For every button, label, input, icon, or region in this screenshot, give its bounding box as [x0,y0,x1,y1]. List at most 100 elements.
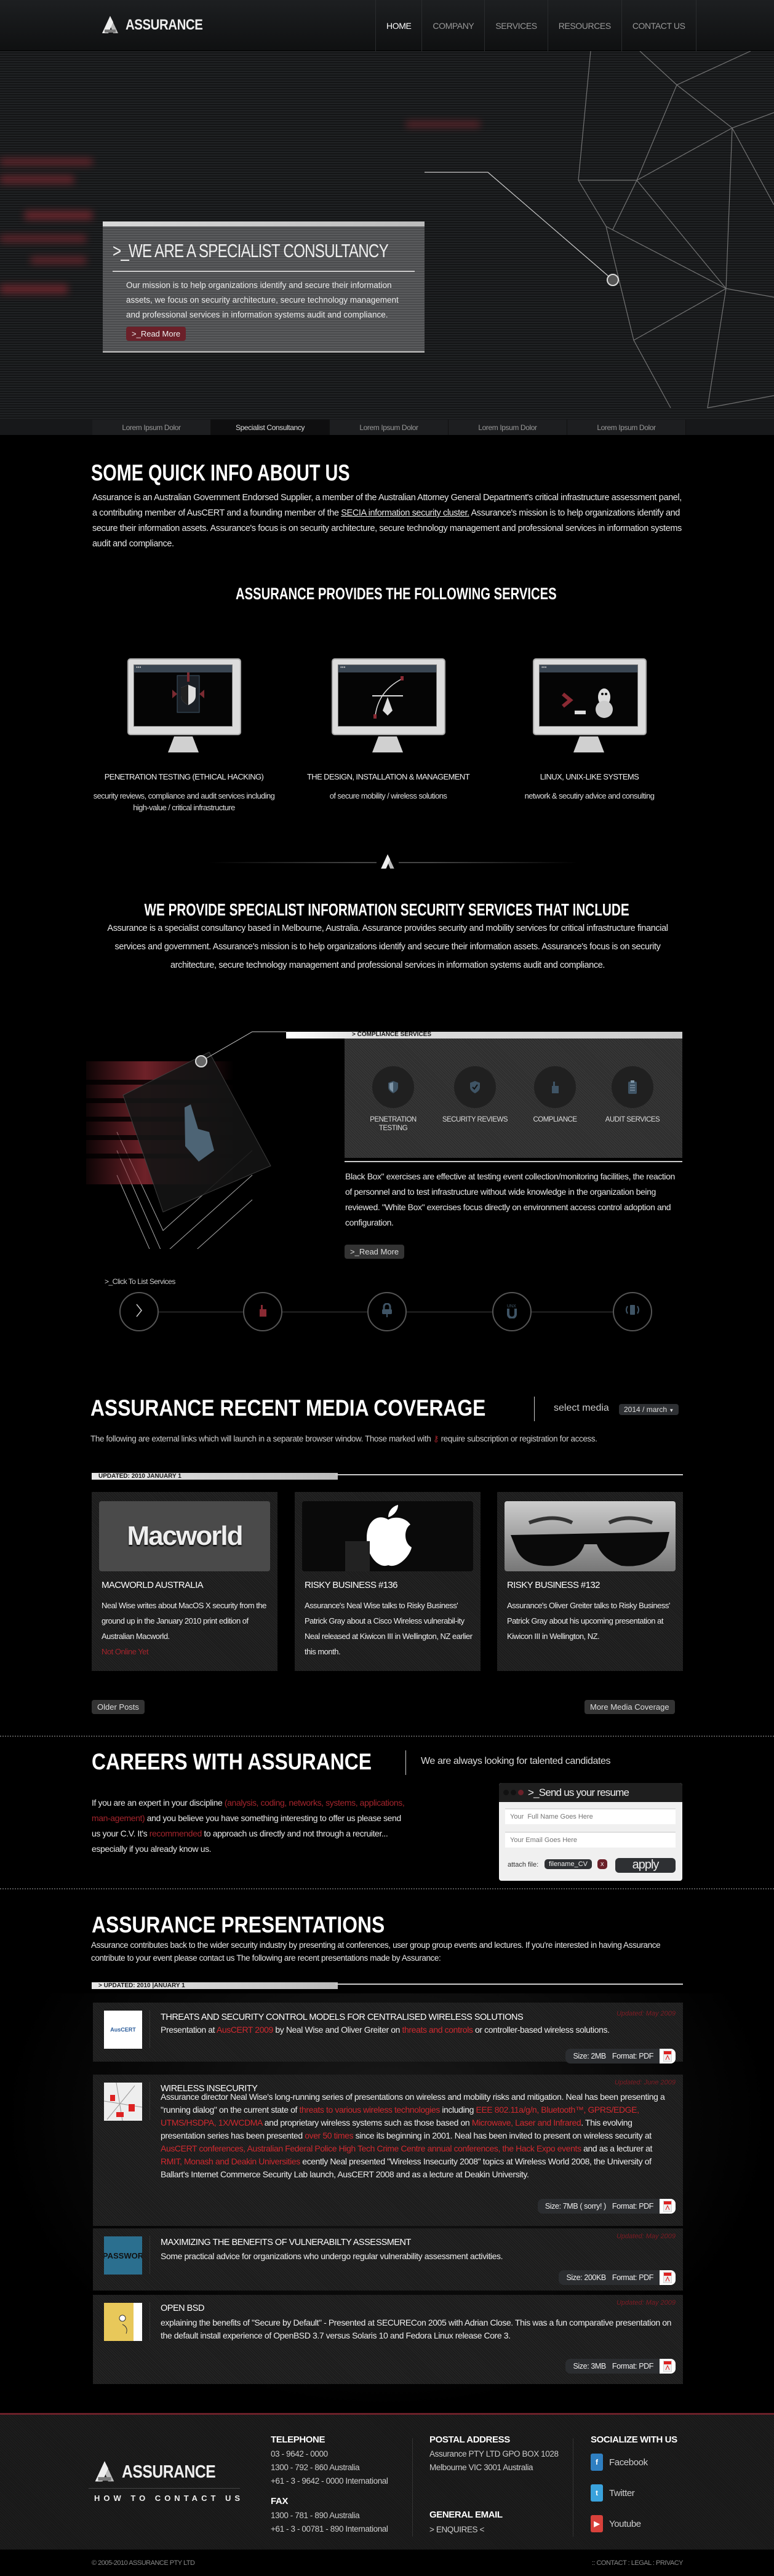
media-updated-bar: UPDATED: 2010 JANUARY 1 [92,1473,338,1480]
compliance-item[interactable]: COMPLIANCE [518,1066,592,1124]
presentation-updated-date: Updated: June 2009 [614,2079,676,2086]
text-segment: If you are an expert in your discipline [92,1798,225,1808]
social-link-twitter[interactable]: t Twitter [591,2484,677,2502]
service-nav-button[interactable] [367,1292,407,1331]
highlight-link[interactable]: Microwave, Laser and Infrared [472,2118,581,2127]
slider-tab[interactable]: Lorem Ipsum Dolor [92,420,211,435]
presentation-title[interactable]: MAXIMIZING THE BENEFITS OF VULNERABILTY … [161,2238,411,2247]
download-pdf-button[interactable]: Size: 200KB Format: PDF [559,2270,676,2285]
presentation-description: Presentation at AusCERT 2009 by Neal Wis… [161,2024,674,2036]
mobile-signal-icon [624,1303,641,1321]
text-segment: since its beginning in 2001. Neal has be… [353,2131,652,2140]
older-posts-button[interactable]: Older Posts [92,1700,145,1714]
service-description: security reviews, compliance and audit s… [93,791,275,812]
contact-line: 1300 - 792 - 860 Australia [271,2463,360,2472]
youtube-icon: ▶ [591,2515,603,2532]
presentation-thumbnail [104,2083,142,2121]
compliance-item[interactable]: SECURITY REVIEWS [438,1066,512,1124]
highlight-link[interactable]: AusCERT 2009 [217,2025,273,2035]
more-media-button[interactable]: More Media Coverage [584,1700,675,1714]
footer-links[interactable]: :: CONTACT : LEGAL : PRIVACY [592,2559,684,2567]
select-media-dropdown[interactable]: 2014 / march ▼ [619,1404,679,1415]
compliance-read-more-button[interactable]: >_Read More [345,1245,405,1259]
apple-logo-image [302,1501,473,1571]
careers-paragraph: If you are an expert in your discipline … [92,1795,405,1857]
presentation-thumbnail: AusCERT [104,2011,142,2049]
shield-document-icon [134,666,233,731]
unix-icon: UNX [506,1302,518,1322]
nav-services[interactable]: SERVICES [484,0,547,51]
pdf-icon [660,2049,676,2064]
service-nav-button[interactable] [119,1292,159,1331]
slider-tab[interactable]: Lorem Ipsum Dolor [449,420,567,435]
media-note: The following are external links which w… [90,1434,597,1443]
compliance-item[interactable]: AUDIT SERVICES [596,1066,669,1124]
media-card[interactable]: Macworld MACWORLD AUSTRALIA Neal Wise writ… [92,1492,277,1671]
shield-icon [372,1066,414,1108]
nav-home[interactable]: HOME [375,0,421,51]
secia-link[interactable]: SECIA information security cluster. [341,508,469,518]
hero-description: Our mission is to help organizations ide… [126,281,399,319]
resume-form: >_Send us your resume attach file: filen… [499,1783,682,1881]
slider-tab[interactable]: Lorem Ipsum Dolor [330,420,449,435]
window-dot-icon [503,1790,509,1795]
clipboard-icon [612,1066,653,1108]
highlight-link[interactable]: RMIT, Monash and Deakin Universities [161,2156,300,2166]
media-title: ASSURANCE RECENT MEDIA COVERAGE [90,1395,486,1421]
media-card-status: Not Online Yet [102,1647,149,1656]
about-paragraph: Assurance is an Australian Government En… [92,493,682,549]
hero-read-more-button[interactable]: >_Read More [126,327,186,341]
presentation-title[interactable]: THREATS AND SECURITY CONTROL MODELS FOR … [161,2012,524,2022]
nav-contact-us[interactable]: CONTACT US [621,0,696,51]
chevron-right-icon [135,1303,143,1321]
pdf-icon [660,2270,676,2285]
social-link-youtube[interactable]: ▶ Youtube [591,2515,677,2532]
chevron-down-icon: ▼ [669,1408,674,1413]
nav-company[interactable]: COMPANY [421,0,484,51]
email-input[interactable] [505,1832,676,1848]
remove-file-button[interactable]: x [597,1859,607,1869]
highlight-link[interactable]: threats and controls [402,2025,473,2035]
text-segment: or controller-based wireless solutions. [473,2025,610,2035]
media-card[interactable]: RISKY BUSINESS #132 Assurance's Oliver Gr… [497,1492,683,1671]
media-card-body: Assurance's Neal Wise talks to Risky Bus… [305,1601,473,1656]
service-title: LINUX, UNIX-LIKE SYSTEMS [540,772,639,781]
contact-line: +61 - 3 - 00781 - 890 International [271,2524,388,2534]
presentation-title[interactable]: OPEN BSD [161,2303,204,2313]
hero-banner: >_WE ARE A SPECIALIST CONSULTANCY Our mi… [0,51,774,420]
twitter-icon: t [591,2484,603,2502]
download-pdf-button[interactable]: Size: 2MB Format: PDF [565,2049,676,2064]
service-title: THE DESIGN, INSTALLATION & MANAGEMENT [306,772,470,781]
service-nav-button[interactable]: UNX [492,1292,532,1331]
service-nav-button[interactable] [243,1292,282,1331]
download-pdf-button[interactable]: Size: 3MB Format: PDF [565,2359,676,2374]
slider-tab[interactable]: Specialist Consultancy [211,420,330,435]
highlight-link[interactable]: AusCERT conferences, Australian Federal … [161,2143,581,2153]
services-title: ASSURANCE PROVIDES THE FOLLOWING SERVICE… [236,584,557,603]
slider-tab[interactable]: Lorem Ipsum Dolor [567,420,686,435]
compliance-item[interactable]: PENETRATION TESTING [356,1066,430,1133]
enquiries-email-link[interactable]: > ENQUIRES < [429,2525,559,2534]
facebook-icon: f [591,2454,603,2471]
sunglasses-portrait-image [505,1501,676,1571]
select-media-label: select media [554,1403,609,1413]
nav-resources[interactable]: RESOURCES [547,0,621,51]
presentation-description: Assurance director Neal Wise's long-runn… [161,2091,674,2181]
highlight-link[interactable]: over 50 times [305,2131,353,2140]
attached-file: filename_CV [545,1859,592,1869]
service-nav-button[interactable] [613,1292,652,1331]
social-column: SOCIALIZE WITH US f Facebook t Twitter ▶ Yout… [591,2434,677,2532]
brand-logo[interactable]: ASSURANCE [100,15,217,36]
apply-button[interactable]: apply [615,1858,676,1873]
media-card-body: Neal Wise writes about MacOS X security … [102,1601,266,1656]
media-card[interactable]: RISKY BUSINESS #136 Assurance's Neal Wise… [295,1492,481,1671]
full-name-input[interactable] [505,1808,676,1824]
site-footer: ASSURANCE HOW TO CONTACT US TELEPHONE 03… [0,2413,774,2550]
social-link-facebook[interactable]: f Facebook [591,2454,677,2471]
highlight-link[interactable]: threats to various wireless technologies [299,2105,440,2115]
attach-label: attach file: [508,1861,539,1868]
site-header: ASSURANCE HOME COMPANY SERVICES RESOURCES CO… [0,0,774,51]
download-pdf-button[interactable]: Size: 7MB ( sorry! ) Format: PDF [537,2199,676,2214]
pdf-icon [660,2359,676,2374]
highlight-link[interactable]: recommended [150,1828,202,1838]
